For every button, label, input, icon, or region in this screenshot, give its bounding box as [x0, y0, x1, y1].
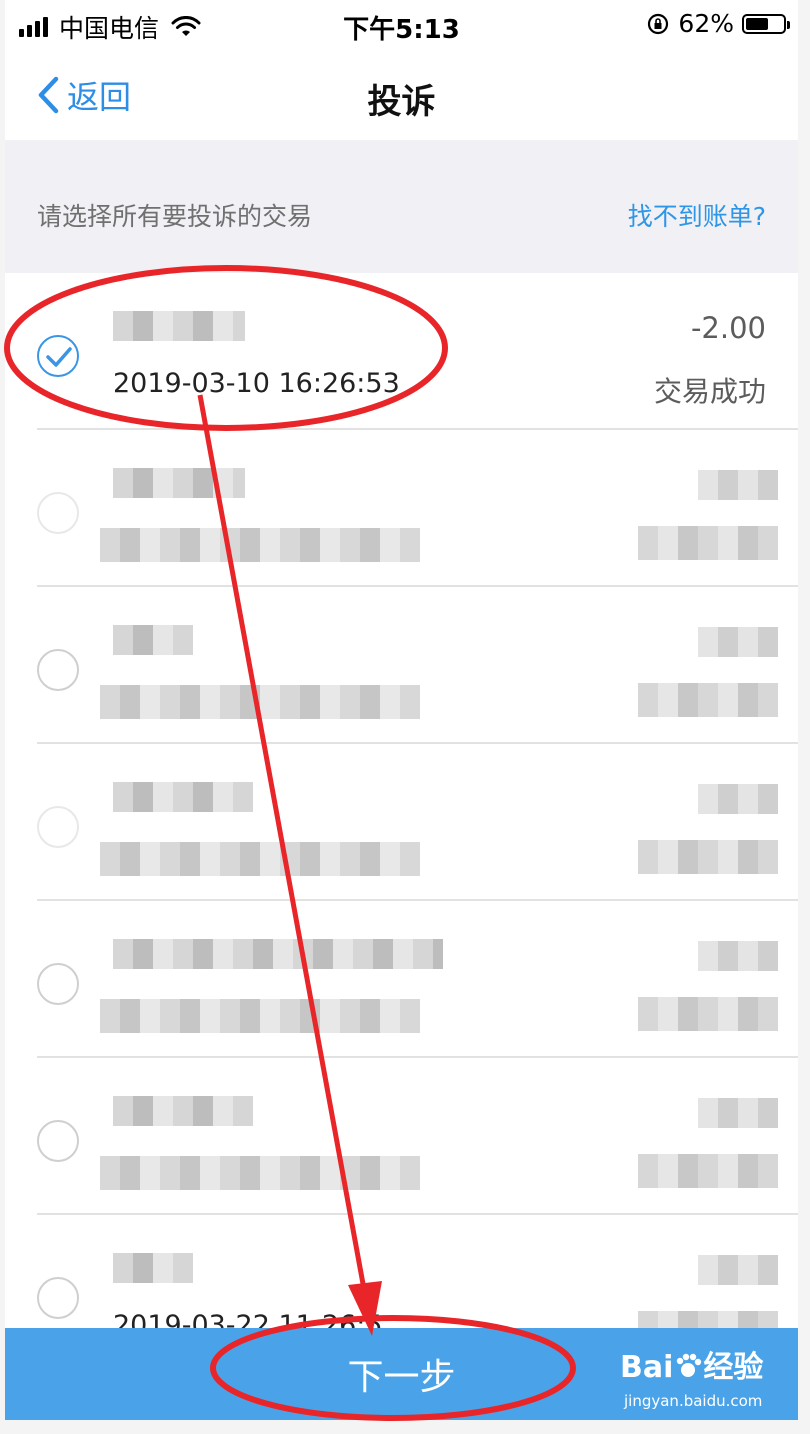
transaction-row[interactable]: 2019-03-22 11:26:5 — [5, 1215, 798, 1328]
redacted-date — [100, 685, 420, 719]
redacted-status — [638, 526, 778, 560]
radio-unchecked-icon[interactable] — [37, 1120, 79, 1162]
checkbox-checked-icon[interactable] — [37, 335, 79, 377]
redacted-merchant — [113, 782, 253, 812]
back-label: 返回 — [67, 78, 132, 116]
redacted-amount — [698, 1098, 778, 1128]
transaction-amount: -2.00 — [690, 311, 766, 345]
navigation-bar: 返回 投诉 — [5, 52, 798, 140]
redacted-amount — [698, 627, 778, 657]
redacted-date — [100, 1156, 420, 1190]
battery-fill — [746, 17, 768, 30]
redacted-merchant — [113, 1096, 253, 1126]
redacted-status — [638, 840, 778, 874]
redacted-status — [638, 1311, 778, 1328]
radio-unchecked-icon[interactable] — [37, 492, 79, 534]
redacted-date — [100, 842, 420, 876]
status-bar: 中国电信 下午5:13 62% — [5, 0, 798, 52]
transaction-date: 2019-03-10 16:26:53 — [113, 368, 400, 399]
screenshot-border-bottom — [0, 1420, 810, 1434]
redacted-date — [100, 999, 420, 1033]
redacted-date — [100, 528, 420, 562]
redacted-amount — [698, 784, 778, 814]
redacted-merchant — [113, 1253, 193, 1283]
radio-unchecked-icon[interactable] — [37, 806, 79, 848]
transaction-row[interactable] — [5, 744, 798, 901]
battery-icon — [742, 13, 790, 34]
radio-unchecked-icon[interactable] — [37, 649, 79, 691]
transaction-row[interactable] — [5, 587, 798, 744]
transaction-list[interactable]: 2019-03-10 16:26:53 -2.00 交易成功 2019-03-2… — [5, 273, 798, 1328]
redacted-amount — [698, 470, 778, 500]
next-step-label: 下一步 — [347, 1357, 456, 1398]
next-step-button[interactable]: 下一步 — [5, 1328, 798, 1420]
radio-unchecked-icon[interactable] — [37, 963, 79, 1005]
status-right: 62% — [646, 9, 790, 38]
redacted-amount — [698, 1255, 778, 1285]
screenshot-border-right — [798, 0, 810, 1434]
check-icon — [46, 347, 72, 367]
cannot-find-bill-link[interactable]: 找不到账单? — [628, 197, 766, 233]
battery-cap — [787, 20, 790, 29]
redacted-status — [638, 1154, 778, 1188]
redacted-amount — [698, 941, 778, 971]
transaction-row[interactable]: 2019-03-10 16:26:53 -2.00 交易成功 — [5, 273, 798, 430]
redacted-merchant — [113, 311, 245, 341]
section-header: 请选择所有要投诉的交易 找不到账单? — [5, 140, 798, 273]
redacted-merchant — [113, 939, 443, 969]
transaction-status: 交易成功 — [653, 375, 766, 408]
transaction-date-partial: 2019-03-22 11:26:5 — [113, 1310, 383, 1328]
transaction-row[interactable] — [5, 901, 798, 1058]
redacted-status — [638, 997, 778, 1031]
radio-unchecked-icon[interactable] — [37, 1277, 79, 1319]
select-transactions-hint: 请选择所有要投诉的交易 — [37, 202, 313, 231]
rotation-lock-icon — [648, 13, 669, 34]
battery-percent: 62% — [678, 9, 734, 38]
transaction-row[interactable] — [5, 1058, 798, 1215]
complaint-screen: 中国电信 下午5:13 62% 返回 投诉 请选择所有要投诉的交易 找不到账单?… — [0, 0, 810, 1434]
back-button[interactable]: 返回 — [35, 72, 131, 118]
redacted-status — [638, 683, 778, 717]
redacted-merchant — [113, 625, 193, 655]
chevron-left-icon — [38, 76, 59, 114]
redacted-merchant — [113, 468, 245, 498]
transaction-row[interactable] — [5, 430, 798, 587]
